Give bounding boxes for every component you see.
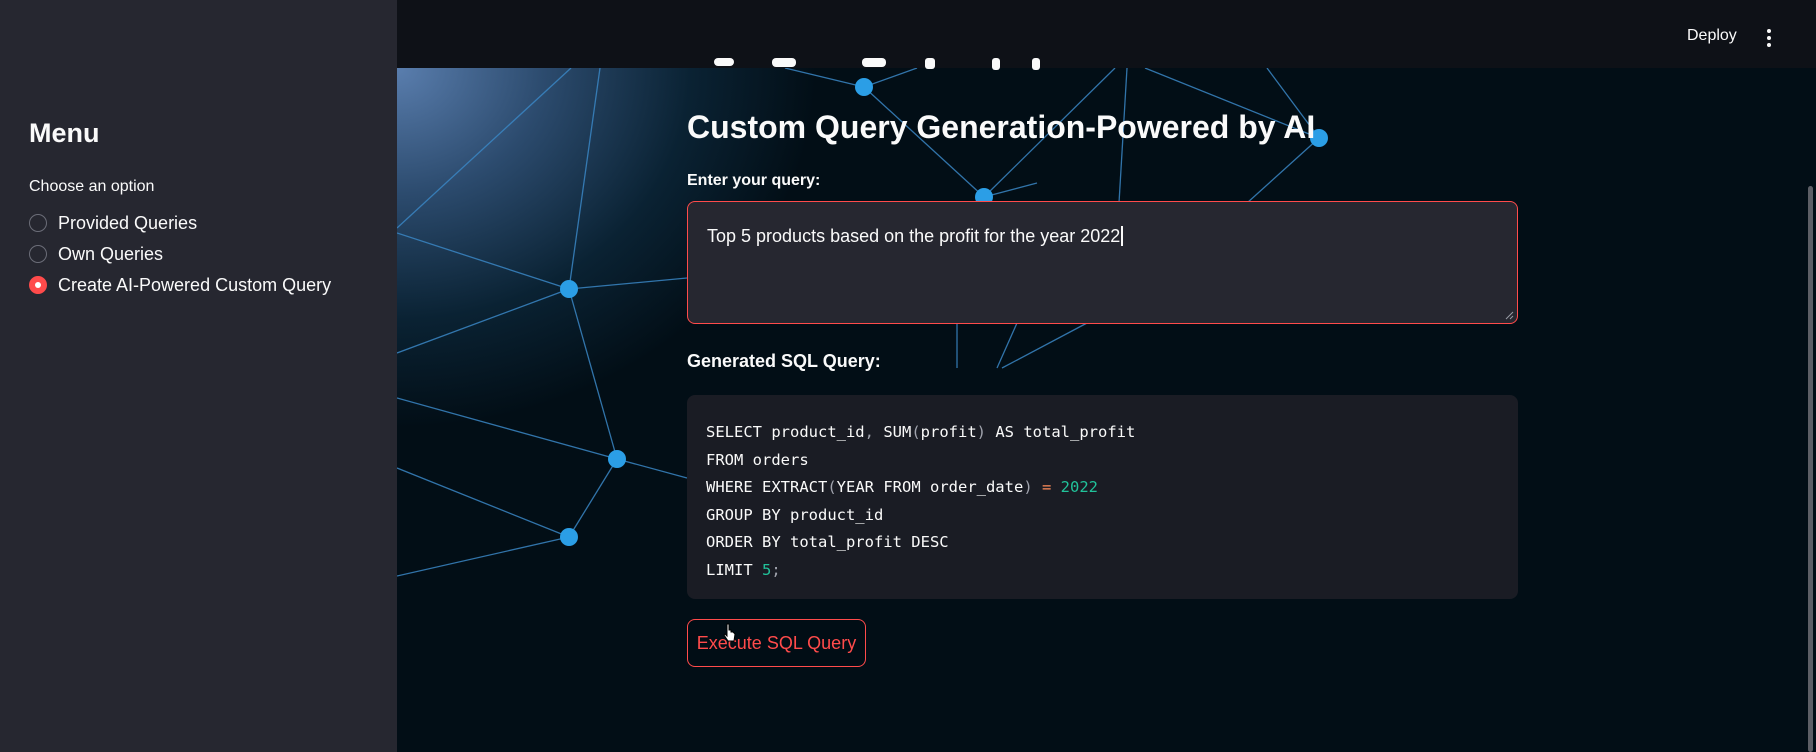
- query-input-label: Enter your query:: [687, 172, 821, 189]
- radio-label: Own Queries: [58, 243, 164, 264]
- radio-own-queries[interactable]: Own Queries: [29, 241, 163, 267]
- radio-button-icon[interactable]: [29, 214, 47, 232]
- radio-create-ai-custom-query[interactable]: Create AI-Powered Custom Query: [29, 272, 331, 298]
- page-title: Custom Query Generation-Powered by AI: [687, 109, 1316, 145]
- sql-code-block: SELECT product_id, SUM(profit) AS total_…: [687, 395, 1518, 599]
- kebab-menu-icon[interactable]: [1762, 28, 1776, 48]
- radio-label: Create AI-Powered Custom Query: [58, 274, 332, 295]
- generated-sql-label: Generated SQL Query:: [687, 351, 881, 371]
- sidebar: Menu Choose an option Provided Queries O…: [0, 0, 397, 752]
- code-line: LIMIT 5;: [706, 560, 781, 579]
- top-header: [397, 0, 1816, 68]
- resize-handle-icon[interactable]: [1505, 311, 1514, 320]
- execute-sql-button[interactable]: Execute SQL Query: [687, 619, 866, 667]
- mouse-pointer-icon: [723, 623, 736, 642]
- code-line: ORDER BY total_profit DESC: [706, 533, 949, 551]
- code-line: WHERE EXTRACT(YEAR FROM order_date) = 20…: [706, 478, 1098, 496]
- query-textarea-value[interactable]: Top 5 products based on the profit for t…: [707, 226, 1120, 246]
- radio-button-selected-icon[interactable]: [29, 276, 47, 294]
- radio-button-icon[interactable]: [29, 245, 47, 263]
- text-caret: [1121, 226, 1123, 246]
- query-textarea[interactable]: Top 5 products based on the profit for t…: [687, 201, 1518, 324]
- scrolled-title-fragment: [714, 58, 1040, 70]
- sidebar-title: Menu: [29, 118, 100, 148]
- deploy-button[interactable]: Deploy: [1687, 27, 1737, 45]
- radio-group-label: Choose an option: [29, 178, 155, 195]
- scrollbar-thumb[interactable]: [1808, 186, 1813, 752]
- radio-label: Provided Queries: [58, 212, 198, 233]
- code-line: SELECT product_id, SUM(profit) AS total_…: [706, 423, 1136, 441]
- code-line: FROM orders: [706, 450, 809, 469]
- radio-provided-queries[interactable]: Provided Queries: [29, 210, 197, 236]
- code-line: GROUP BY product_id: [706, 505, 884, 524]
